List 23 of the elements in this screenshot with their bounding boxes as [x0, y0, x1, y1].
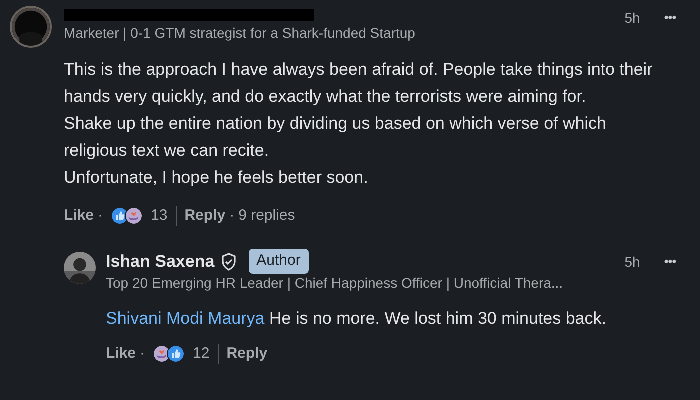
- replies-link[interactable]: 9 replies: [238, 205, 296, 228]
- reply-button[interactable]: Reply: [226, 342, 268, 365]
- author-badge: Author: [248, 249, 309, 274]
- comment-text: This is the approach I have always been afraid of. People take things into their hands very quickly, and do exactly what the terrorists were aiming for.: [64, 59, 654, 108]
- separator-dot: ·: [98, 206, 104, 226]
- separator-dot: ·: [230, 206, 235, 226]
- more-options-button[interactable]: •••: [664, 8, 676, 28]
- timestamp: 5h: [624, 9, 640, 28]
- comment-text: Shake up the entire nation by dividing us based on which verse of which religious text we can recite.: [64, 113, 608, 162]
- author-headline: Marketer | 0-1 GTM strategist for a Shark-funded Startup: [64, 24, 416, 42]
- reaction-count: 12: [193, 344, 210, 364]
- author-headline: Top 20 Emerging HR Leader | Chief Happiness Officer | Unofficial Thera...: [106, 274, 564, 292]
- like-button[interactable]: Like: [64, 205, 94, 228]
- comment-text: Shivani Modi Maurya He is no more. We lost him 30 minutes back.: [106, 308, 608, 330]
- reaction-count: 13: [151, 206, 168, 226]
- author-name[interactable]: Ishan Saxena: [106, 248, 215, 274]
- separator-dot: ·: [140, 344, 146, 364]
- like-button[interactable]: Like: [106, 342, 136, 365]
- more-options-button[interactable]: •••: [664, 252, 676, 271]
- comment-text: Unfortunate, I hope he feels better soon.: [64, 167, 370, 189]
- reply-button[interactable]: Reply: [184, 205, 226, 228]
- mention-link[interactable]: Shivani Modi Maurya: [106, 308, 265, 328]
- timestamp: 5h: [624, 252, 640, 272]
